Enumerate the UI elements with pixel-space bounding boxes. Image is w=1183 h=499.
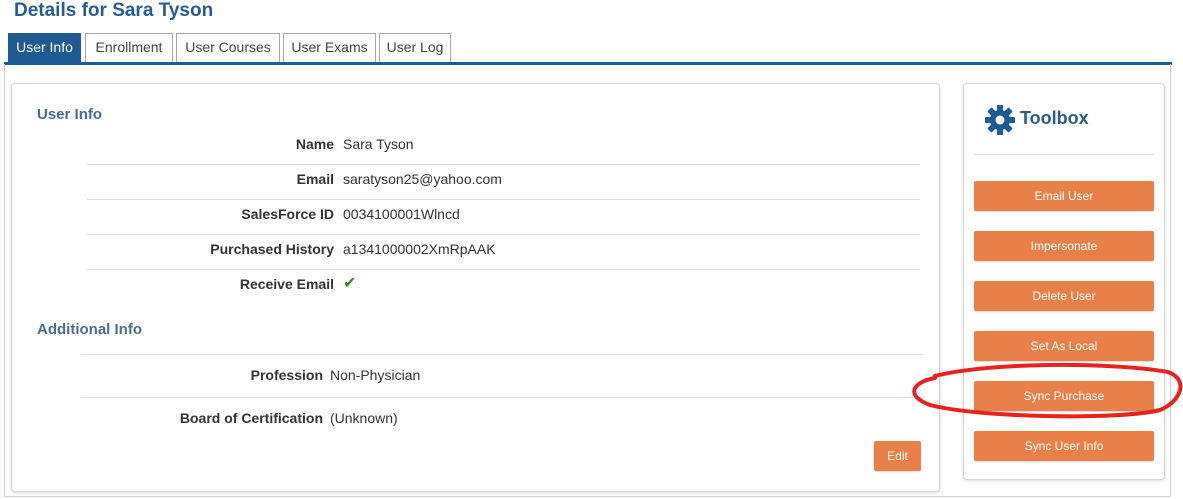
field-label: Purchased History bbox=[210, 241, 334, 257]
user-info-heading: User Info bbox=[37, 106, 103, 123]
tab-enrollment[interactable]: Enrollment bbox=[85, 33, 173, 62]
field-label: SalesForce ID bbox=[241, 206, 334, 222]
field-row-email: Email saratyson25@yahoo.com bbox=[12, 169, 941, 189]
field-label: Profession bbox=[250, 367, 323, 383]
field-value-email: saratyson25@yahoo.com bbox=[343, 171, 502, 187]
divider bbox=[974, 154, 1154, 155]
divider bbox=[82, 397, 924, 398]
field-value-purchased-history: a1341000002XmRpAAK bbox=[343, 241, 496, 257]
sync-purchase-button[interactable]: Sync Purchase bbox=[974, 381, 1154, 411]
tab-user-courses[interactable]: User Courses bbox=[176, 33, 280, 62]
field-row-name: Name Sara Tyson bbox=[12, 134, 941, 154]
divider bbox=[82, 354, 924, 355]
set-as-local-button[interactable]: Set As Local bbox=[974, 331, 1154, 361]
divider bbox=[87, 199, 920, 200]
tab-user-info[interactable]: User Info bbox=[8, 33, 81, 64]
email-user-button[interactable]: Email User bbox=[974, 181, 1154, 211]
field-label: Board of Certification bbox=[179, 410, 323, 426]
toolbox-panel: Toolbox Email User Impersonate Delete Us… bbox=[963, 83, 1165, 480]
delete-user-button[interactable]: Delete User bbox=[974, 281, 1154, 311]
field-value-salesforce-id: 0034100001Wlncd bbox=[343, 206, 460, 222]
user-details-panel: User Info Name Sara Tyson Email saratyso… bbox=[11, 83, 940, 492]
divider bbox=[87, 234, 920, 235]
field-row-receive-email: Receive Email ✔ bbox=[12, 274, 941, 294]
field-value-name: Sara Tyson bbox=[343, 136, 414, 152]
tab-user-exams[interactable]: User Exams bbox=[283, 33, 376, 62]
field-row-board-certification: Board of Certification (Unknown) bbox=[12, 408, 941, 428]
page-title: Details for Sara Tyson bbox=[14, 0, 214, 21]
edit-button[interactable]: Edit bbox=[874, 441, 921, 471]
gear-icon bbox=[985, 105, 1015, 135]
impersonate-button[interactable]: Impersonate bbox=[974, 231, 1154, 261]
additional-info-heading: Additional Info bbox=[37, 321, 142, 338]
field-label: Receive Email bbox=[239, 276, 334, 292]
field-value-profession: Non-Physician bbox=[330, 367, 421, 383]
toolbox-title: Toolbox bbox=[1020, 108, 1089, 128]
divider bbox=[87, 269, 920, 270]
tab-user-log[interactable]: User Log bbox=[379, 33, 451, 62]
divider bbox=[87, 164, 920, 165]
field-row-purchased-history: Purchased History a1341000002XmRpAAK bbox=[12, 239, 941, 259]
field-row-salesforce-id: SalesForce ID 0034100001Wlncd bbox=[12, 204, 941, 224]
field-label: Name bbox=[295, 136, 334, 152]
sync-user-info-button[interactable]: Sync User Info bbox=[974, 431, 1154, 461]
check-icon: ✔ bbox=[343, 275, 357, 292]
field-value-board-certification: (Unknown) bbox=[330, 410, 398, 426]
field-label: Email bbox=[296, 171, 334, 187]
field-row-profession: Profession Non-Physician bbox=[12, 365, 941, 385]
